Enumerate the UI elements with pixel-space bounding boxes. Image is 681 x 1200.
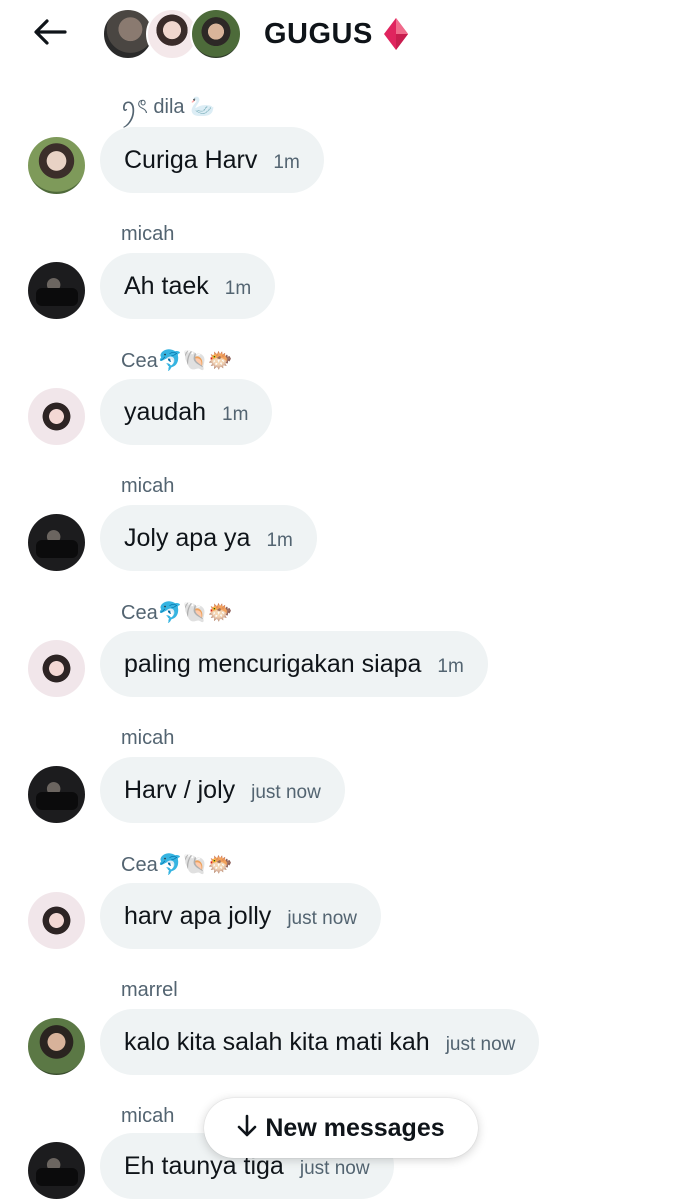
conversation-header: GUGUS bbox=[0, 0, 681, 68]
message-text: harv apa jolly bbox=[124, 901, 272, 930]
message-time: 1m bbox=[437, 656, 464, 677]
avatar[interactable] bbox=[28, 766, 85, 823]
avatar[interactable] bbox=[28, 514, 85, 571]
message-bubble[interactable]: harv apa jolly just now bbox=[100, 883, 382, 949]
message-time: 1m bbox=[222, 404, 249, 425]
message-text: yaudah bbox=[124, 397, 207, 426]
new-messages-button[interactable]: New messages bbox=[204, 1098, 478, 1158]
avatar[interactable] bbox=[28, 1142, 85, 1199]
message-bubble[interactable]: paling mencurigakan siapa 1m bbox=[100, 631, 488, 697]
message-bubble[interactable]: kalo kita salah kita mati kah just now bbox=[100, 1009, 540, 1075]
conversation-title[interactable]: GUGUS bbox=[264, 14, 409, 54]
avatar[interactable] bbox=[28, 388, 85, 445]
new-messages-label: New messages bbox=[265, 1113, 445, 1142]
message-text: paling mencurigakan siapa bbox=[124, 649, 422, 678]
message-text: Curiga Harv bbox=[124, 145, 258, 174]
avatar[interactable] bbox=[28, 640, 85, 697]
group-avatars[interactable] bbox=[102, 8, 242, 60]
avatar[interactable] bbox=[28, 137, 85, 194]
message-text: Harv / joly bbox=[124, 775, 236, 804]
avatar[interactable] bbox=[28, 1018, 85, 1075]
sender-name: ꪆৎ dila 🦢 bbox=[121, 96, 216, 118]
arrow-down-icon bbox=[237, 1114, 257, 1142]
message-text: Ah taek bbox=[124, 271, 209, 300]
message-bubble[interactable]: Curiga Harv 1m bbox=[100, 127, 324, 193]
message-time: just now bbox=[445, 1034, 516, 1055]
sender-name: Cea🐬🐚🐡 bbox=[121, 853, 233, 876]
sender-name: micah bbox=[121, 222, 175, 245]
arrow-left-icon bbox=[33, 18, 67, 50]
message-time: just now bbox=[299, 1158, 370, 1179]
sender-name: marrel bbox=[121, 978, 178, 1001]
message-bubble[interactable]: yaudah 1m bbox=[100, 379, 273, 445]
back-button[interactable] bbox=[30, 14, 70, 54]
sender-name: Cea🐬🐚🐡 bbox=[121, 349, 233, 372]
avatar bbox=[190, 8, 242, 60]
sender-name: micah bbox=[121, 1104, 175, 1127]
message-text: kalo kita salah kita mati kah bbox=[124, 1027, 430, 1056]
sender-name: micah bbox=[121, 726, 175, 749]
message-time: just now bbox=[287, 908, 358, 929]
sender-name: Cea🐬🐚🐡 bbox=[121, 601, 233, 624]
avatar[interactable] bbox=[28, 892, 85, 949]
message-text: Joly apa ya bbox=[124, 523, 251, 552]
red-diamond-icon bbox=[383, 17, 409, 51]
message-bubble[interactable]: Harv / joly just now bbox=[100, 757, 345, 823]
message-bubble[interactable]: Joly apa ya 1m bbox=[100, 505, 317, 571]
group-name: GUGUS bbox=[264, 17, 373, 50]
sender-name: micah bbox=[121, 474, 175, 497]
avatar[interactable] bbox=[28, 262, 85, 319]
message-bubble[interactable]: Ah taek 1m bbox=[100, 253, 276, 319]
message-time: just now bbox=[251, 782, 321, 803]
message-time: 1m bbox=[266, 530, 293, 551]
message-time: 1m bbox=[224, 278, 252, 299]
message-time: 1m bbox=[273, 152, 300, 173]
